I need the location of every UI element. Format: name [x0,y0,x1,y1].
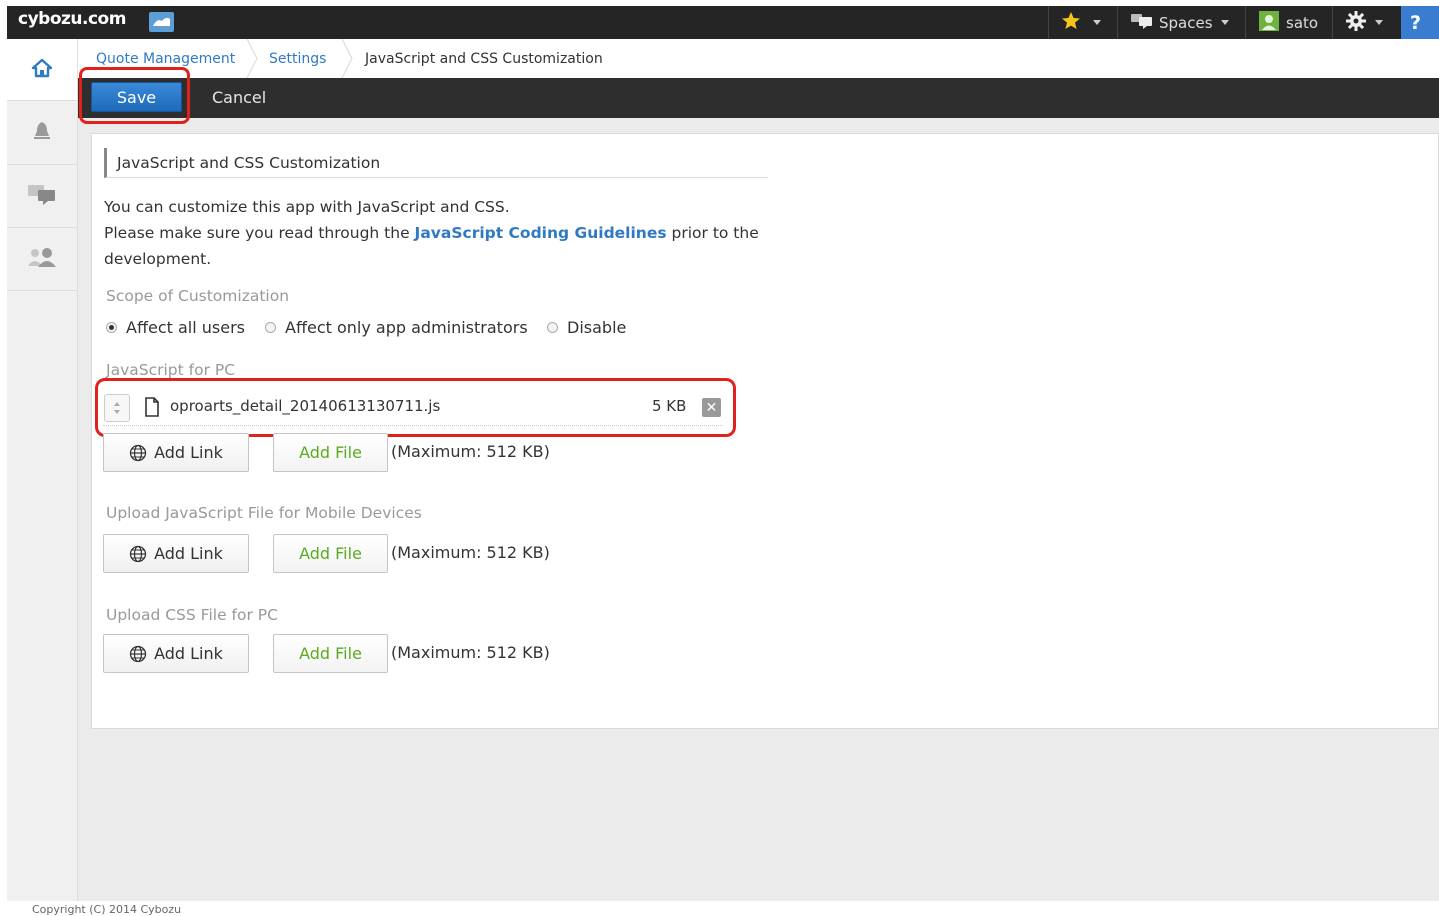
settings-menu[interactable] [1345,6,1383,39]
chevron-down-icon [1093,20,1101,25]
home-icon [31,57,53,83]
radio-label: Affect all users [126,317,245,337]
sidebar-notifications[interactable] [7,102,77,165]
intro-text: prior to the [666,224,759,242]
people-icon [26,246,58,272]
radio-label: Disable [567,317,627,337]
add-file-button[interactable]: Add File [273,534,388,573]
gear-icon [1345,10,1367,36]
coding-guidelines-link[interactable]: JavaScript Coding Guidelines [415,224,667,242]
add-link-label: Add Link [154,443,223,462]
scope-label: Scope of Customization [106,287,290,305]
max-size-note: (Maximum: 512 KB) [391,543,550,562]
cancel-button[interactable]: Cancel [212,84,266,110]
add-link-button[interactable]: Add Link [103,433,249,472]
intro-text: Please make sure you read through the [104,224,415,242]
add-link-label: Add Link [154,544,223,563]
radio-unselected-icon [547,321,558,333]
user-name: sato [1286,13,1319,32]
spaces-label: Spaces [1159,13,1213,32]
intro-line-2: Please make sure you read through the Ja… [104,224,759,242]
bell-icon [32,120,52,146]
add-link-label: Add Link [154,644,223,663]
header-divider [1332,6,1333,39]
breadcrumb-current-page: JavaScript and CSS Customization [365,50,603,67]
sidebar-home[interactable] [7,39,77,101]
add-file-button[interactable]: Add File [273,634,388,673]
radio-affect-all-users[interactable]: Affect all users [106,317,245,337]
header-divider [1117,6,1118,39]
globe-icon [129,545,147,563]
speech-bubbles-icon [1131,13,1153,33]
radio-selected-icon [106,321,117,333]
action-bar [78,78,1439,118]
star-icon [1061,11,1081,35]
section-title: JavaScript and CSS Customization [104,148,768,178]
breadcrumb-settings[interactable]: Settings [269,39,326,78]
intro-line-3: development. [104,250,212,268]
speech-bubbles-icon [27,183,57,209]
globe-icon [129,444,147,462]
section-title-text: JavaScript and CSS Customization [117,153,381,172]
add-file-button[interactable]: Add File [273,433,388,472]
user-menu[interactable]: sato [1259,6,1318,39]
max-size-note: (Maximum: 512 KB) [391,442,550,461]
sidebar-people[interactable] [7,228,77,291]
app-logo-icon [149,12,174,32]
css-pc-label: Upload CSS File for PC [106,606,278,624]
breadcrumb-separator-icon [341,39,353,78]
copyright-footer: Copyright (C) 2014 Cybozu [32,903,182,916]
chevron-down-icon [1220,20,1229,25]
sidebar-spaces[interactable] [7,165,77,228]
favorites-menu[interactable] [1061,6,1101,39]
max-size-note: (Maximum: 512 KB) [391,643,550,662]
header-divider [1245,6,1246,39]
save-highlight-annotation [79,67,190,124]
header-divider [1048,6,1049,39]
user-avatar-icon [1259,10,1279,35]
chevron-down-icon [1375,20,1383,25]
radio-unselected-icon [265,321,276,333]
breadcrumb-separator-icon [246,39,258,78]
spaces-menu[interactable]: Spaces [1131,6,1229,39]
cybozu-logo[interactable]: cybozu.com [18,9,126,29]
globe-icon [129,645,147,663]
js-mobile-label: Upload JavaScript File for Mobile Device… [106,504,422,522]
help-button[interactable]: ? [1401,6,1439,39]
radio-label: Affect only app administrators [285,317,528,337]
add-link-button[interactable]: Add Link [103,634,249,673]
radio-disable[interactable]: Disable [547,317,627,337]
breadcrumb: Quote Management Settings JavaScript and… [78,39,1439,79]
add-link-button[interactable]: Add Link [103,534,249,573]
intro-line-1: You can customize this app with JavaScri… [104,198,510,216]
radio-affect-admins[interactable]: Affect only app administrators [265,317,528,337]
js-pc-label: JavaScript for PC [106,361,236,379]
file-highlight-annotation [95,378,736,437]
